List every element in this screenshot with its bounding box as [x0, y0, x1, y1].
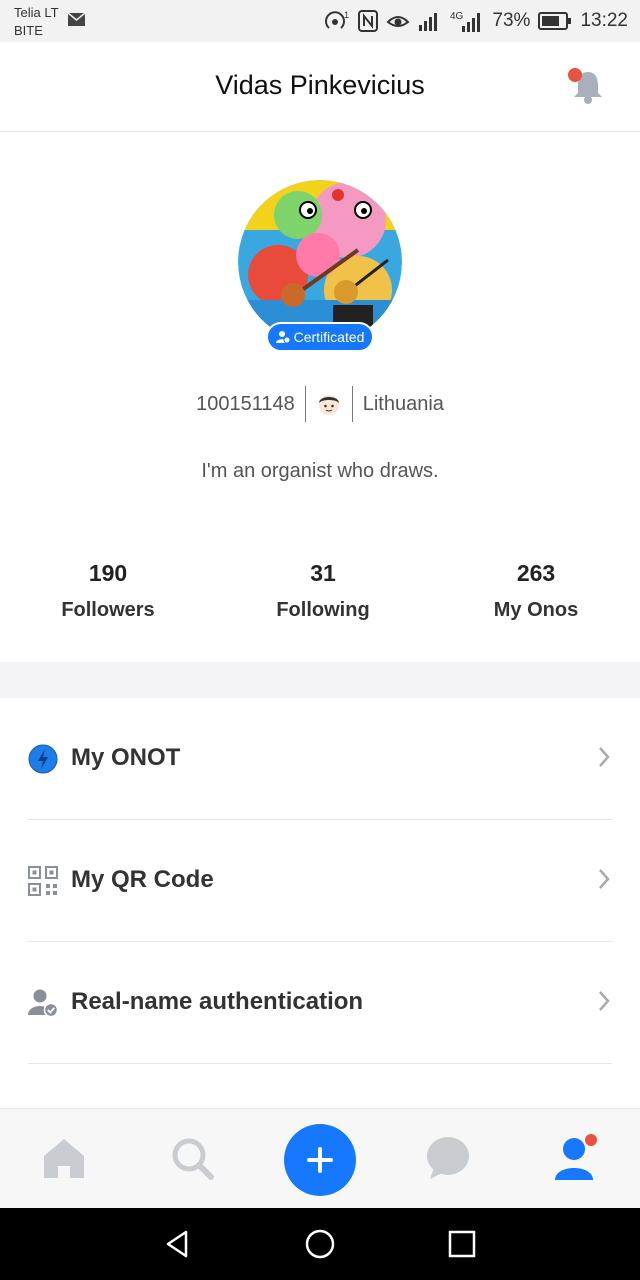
status-icons: 1 4G 73% 13:22 — [324, 8, 628, 34]
notification-dot — [585, 1134, 597, 1146]
network-label: 4G — [450, 11, 464, 22]
notification-dot — [568, 68, 582, 82]
carrier-2: BITE — [14, 23, 43, 38]
chevron-right-icon — [599, 869, 610, 889]
battery-percent: 73% — [492, 10, 531, 31]
bottom-tab-bar — [0, 1108, 640, 1208]
battery-icon — [538, 12, 572, 30]
separator — [304, 386, 306, 422]
signal-icon — [419, 13, 438, 31]
certificated-badge: Certificated — [266, 322, 374, 352]
qr-code-icon — [28, 866, 58, 896]
stat-label: Followers — [61, 599, 155, 621]
certified-user-icon — [275, 331, 290, 344]
system-nav-bar — [0, 1208, 640, 1280]
onot-icon — [28, 744, 58, 774]
avatar[interactable] — [238, 180, 402, 344]
carrier-1: Telia LT — [14, 5, 59, 20]
carrier-info: Telia LT BITE — [14, 4, 59, 40]
menu-item-my-qr-code[interactable]: My QR Code — [28, 820, 612, 942]
mail-icon — [68, 13, 85, 26]
stat-value: 31 — [310, 560, 336, 586]
country: Lithuania — [362, 392, 444, 415]
add-button[interactable] — [284, 1124, 356, 1196]
stat-value: 190 — [88, 560, 128, 586]
bio: I'm an organist who draws. — [201, 460, 439, 482]
search-icon[interactable] — [168, 1134, 216, 1182]
stat-following[interactable]: 31 Following — [223, 560, 423, 622]
chevron-right-icon — [599, 747, 610, 767]
clock: 13:22 — [580, 10, 628, 31]
stat-my-onos[interactable]: 263 My Onos — [436, 560, 636, 622]
stat-value: 263 — [516, 560, 556, 586]
menu-label: My QR Code — [71, 866, 214, 893]
stat-label: My Onos — [493, 599, 579, 621]
menu-label: Real-name authentication — [71, 988, 364, 1015]
section-divider — [0, 662, 640, 698]
menu-item-real-name-auth[interactable]: Real-name authentication — [28, 942, 612, 1064]
separator — [351, 386, 353, 422]
profile-icon[interactable] — [552, 1134, 600, 1182]
header: Vidas Pinkevicius — [0, 42, 640, 132]
chat-icon[interactable] — [424, 1134, 472, 1182]
avatar-image — [238, 180, 402, 344]
verified-user-icon — [28, 989, 58, 1018]
home-circle-icon[interactable] — [304, 1228, 336, 1260]
chevron-right-icon — [599, 991, 610, 1011]
page-title: Vidas Pinkevicius — [215, 70, 425, 100]
stat-label: Following — [276, 599, 370, 621]
recents-icon[interactable] — [446, 1228, 478, 1260]
menu-item-my-onot[interactable]: My ONOT — [28, 698, 612, 820]
add-icon — [307, 1147, 333, 1173]
profile-meta: 100151148 Lithuania — [0, 386, 640, 422]
male-avatar-icon — [318, 395, 339, 415]
svg-text:1: 1 — [344, 10, 349, 20]
home-icon[interactable] — [40, 1134, 88, 1182]
back-icon[interactable] — [162, 1228, 194, 1260]
signal-4g-icon: 4G — [450, 11, 481, 32]
eye-comfort-icon — [386, 16, 410, 27]
hotspot-icon: 1 — [325, 10, 349, 29]
status-bar: Telia LT BITE 1 4G 73% 13:22 — [0, 0, 640, 42]
menu-label: My ONOT — [71, 744, 181, 771]
stats-row: 190 Followers 31 Following 263 My Onos — [0, 560, 640, 640]
nfc-icon — [358, 10, 379, 32]
user-id: 100151148 — [196, 392, 295, 415]
stat-followers[interactable]: 190 Followers — [8, 560, 208, 622]
badge-label: Certificated — [293, 329, 365, 345]
notification-bell-icon[interactable] — [568, 66, 608, 106]
